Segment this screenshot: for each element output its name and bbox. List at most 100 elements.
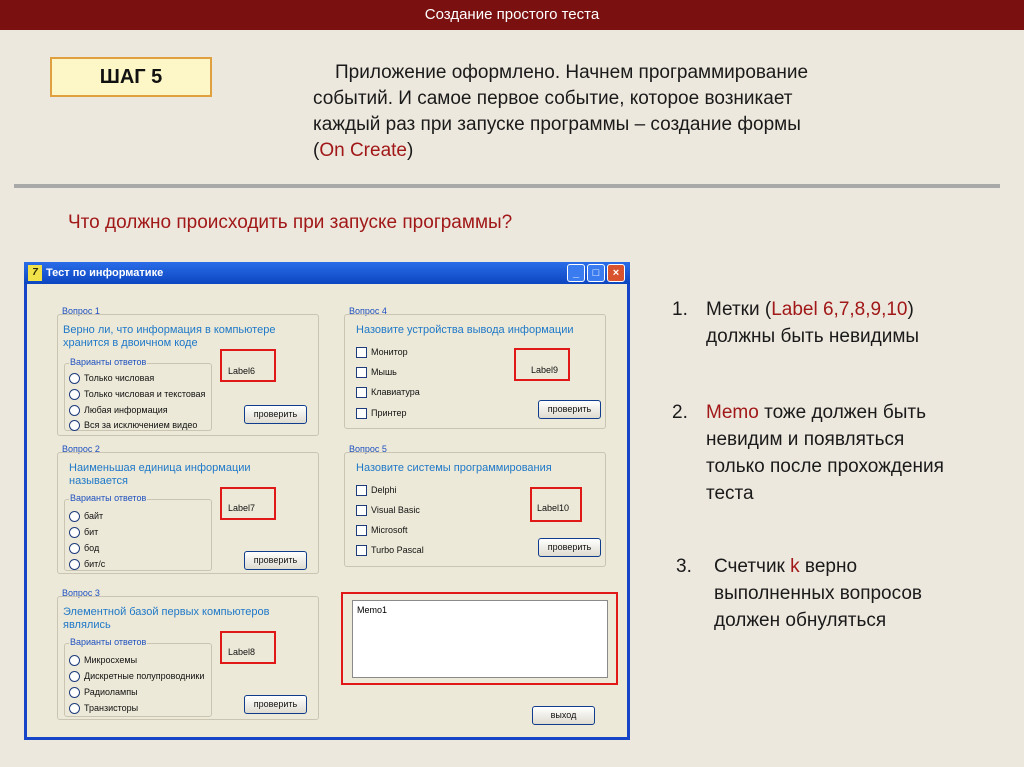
point-3-k: k (790, 556, 800, 577)
q2-text: Наименьшая единица информации называется (69, 462, 251, 487)
radio-icon[interactable] (69, 389, 80, 401)
minimize-button[interactable]: _ (567, 264, 585, 282)
checkbox-icon[interactable] (356, 367, 367, 379)
radio-icon[interactable] (69, 559, 80, 571)
q1-option-4[interactable]: Вся за исключением видео (69, 418, 197, 432)
checkbox-icon[interactable] (356, 505, 367, 517)
q2-option-4-text: бит/с (84, 559, 106, 569)
q2-option-3-text: бод (84, 543, 100, 553)
q1-text: Верно ли, что информация в компьютере хр… (63, 324, 276, 349)
slide: Создание простого теста ШАГ 5 Приложение… (0, 0, 1024, 767)
q2-variants-label: Варианты ответов (69, 493, 148, 503)
intro-line-2: событий. И самое первое событие, которое… (313, 88, 793, 109)
q3-option-2-text: Дискретные полупроводники (84, 671, 205, 681)
app-window: 7 Тест по информатике _ □ × Вопрос 1 Вер… (24, 262, 630, 740)
point-2-line-2: невидим и появляться (706, 429, 905, 450)
q3-text: Элементной базой первых компьютеров явля… (63, 606, 270, 631)
q2-variants-group: Варианты ответов байт бит бод бит/с (64, 493, 212, 571)
q5-option-3[interactable]: Microsoft (356, 523, 408, 537)
q3-variants-group: Варианты ответов Микросхемы Дискретные п… (64, 637, 212, 717)
q3-option-1[interactable]: Микросхемы (69, 653, 137, 667)
window-titlebar[interactable]: 7 Тест по информатике _ □ × (24, 262, 630, 284)
q1-option-2[interactable]: Только числовая и текстовая (69, 387, 205, 401)
q3-group: Элементной базой первых компьютеров явля… (57, 596, 319, 720)
q4-check-button[interactable]: проверить (538, 400, 601, 419)
q4-option-4[interactable]: Принтер (356, 406, 407, 420)
checkbox-icon[interactable] (356, 485, 367, 497)
radio-icon[interactable] (69, 671, 80, 683)
step-badge: ШАГ 5 (50, 57, 212, 97)
q1-variants-label: Варианты ответов (69, 357, 148, 367)
maximize-button[interactable]: □ (587, 264, 605, 282)
q5-option-2[interactable]: Visual Basic (356, 503, 420, 517)
checkbox-icon[interactable] (356, 347, 367, 359)
point-1-text: Метки (Label 6,7,8,9,10) должны быть нев… (706, 296, 1006, 350)
q4-option-1-text: Монитор (371, 347, 408, 357)
point-3-text: Счетчик k верно выполненных вопросов дол… (714, 553, 1014, 634)
q1-option-3-text: Любая информация (84, 405, 168, 415)
q2-option-1-text: байт (84, 511, 104, 521)
radio-icon[interactable] (69, 405, 80, 417)
q2-option-1[interactable]: байт (69, 509, 103, 523)
q5-option-4-text: Turbo Pascal (371, 545, 424, 555)
q5-label-highlight (530, 487, 582, 522)
window-title: Тест по информатике (46, 267, 164, 279)
q4-option-2[interactable]: Мышь (356, 365, 397, 379)
exit-button[interactable]: выход (532, 706, 595, 725)
point-1-line-2: должны быть невидимы (706, 326, 920, 347)
paren-close: ) (406, 140, 414, 161)
q3-check-button[interactable]: проверить (244, 695, 307, 714)
q4-option-1[interactable]: Монитор (356, 345, 408, 359)
q2-option-2[interactable]: бит (69, 525, 98, 539)
radio-icon[interactable] (69, 420, 80, 432)
q5-option-3-text: Microsoft (371, 525, 408, 535)
point-2-text: Memo тоже должен быть невидим и появлять… (706, 399, 1006, 507)
q3-option-2[interactable]: Дискретные полупроводники (69, 669, 204, 683)
point-1-number: 1. (672, 299, 688, 320)
q3-option-1-text: Микросхемы (84, 655, 138, 665)
q1-check-button[interactable]: проверить (244, 405, 307, 424)
q1-variants-group: Варианты ответов Только числовая Только … (64, 357, 212, 432)
point-1: 1. Метки (Label 6,7,8,9,10) должны быть … (672, 296, 1012, 356)
point-1-line-1: Метки (Label 6,7,8,9,10) (706, 296, 1006, 323)
checkbox-icon[interactable] (356, 545, 367, 557)
q1-option-1-text: Только числовая (84, 373, 155, 383)
radio-icon[interactable] (69, 527, 80, 539)
checkbox-icon[interactable] (356, 387, 367, 399)
q5-option-4[interactable]: Turbo Pascal (356, 543, 424, 557)
point-1-a: Метки ( (706, 299, 772, 320)
q4-option-3-text: Клавиатура (371, 387, 420, 397)
q2-check-button[interactable]: проверить (244, 551, 307, 570)
q3-option-4[interactable]: Транзисторы (69, 701, 138, 715)
q2-option-3[interactable]: бод (69, 541, 99, 555)
q1-option-2-text: Только числовая и текстовая (84, 389, 206, 399)
checkbox-icon[interactable] (356, 525, 367, 537)
point-3-line-3: должен обнуляться (714, 610, 887, 631)
q1-option-1[interactable]: Только числовая (69, 371, 154, 385)
radio-icon[interactable] (69, 703, 80, 715)
point-2-line-1: Memo тоже должен быть (706, 399, 1006, 426)
radio-icon[interactable] (69, 373, 80, 385)
radio-icon[interactable] (69, 687, 80, 699)
intro-line-3: каждый раз при запуске программы – созда… (313, 114, 801, 135)
q2-option-4[interactable]: бит/с (69, 557, 105, 571)
close-button[interactable]: × (607, 264, 625, 282)
q5-option-1-text: Delphi (371, 485, 397, 495)
radio-icon[interactable] (69, 511, 80, 523)
q5-option-1[interactable]: Delphi (356, 483, 397, 497)
q1-option-3[interactable]: Любая информация (69, 403, 168, 417)
intro-text: Приложение оформлено. Начнем программиро… (313, 60, 933, 164)
q2-option-2-text: бит (84, 527, 99, 537)
q4-option-3[interactable]: Клавиатура (356, 385, 420, 399)
q3-option-3[interactable]: Радиолампы (69, 685, 138, 699)
checkbox-icon[interactable] (356, 408, 367, 420)
point-3-c: верно (799, 556, 858, 577)
q5-check-button[interactable]: проверить (538, 538, 601, 557)
q1-option-4-text: Вся за исключением видео (84, 420, 198, 430)
point-2-number: 2. (672, 402, 688, 423)
q5-option-2-text: Visual Basic (371, 505, 420, 515)
point-3-line-2: выполненных вопросов (714, 583, 922, 604)
point-3-a: Счетчик (714, 556, 791, 577)
radio-icon[interactable] (69, 543, 80, 555)
radio-icon[interactable] (69, 655, 80, 667)
